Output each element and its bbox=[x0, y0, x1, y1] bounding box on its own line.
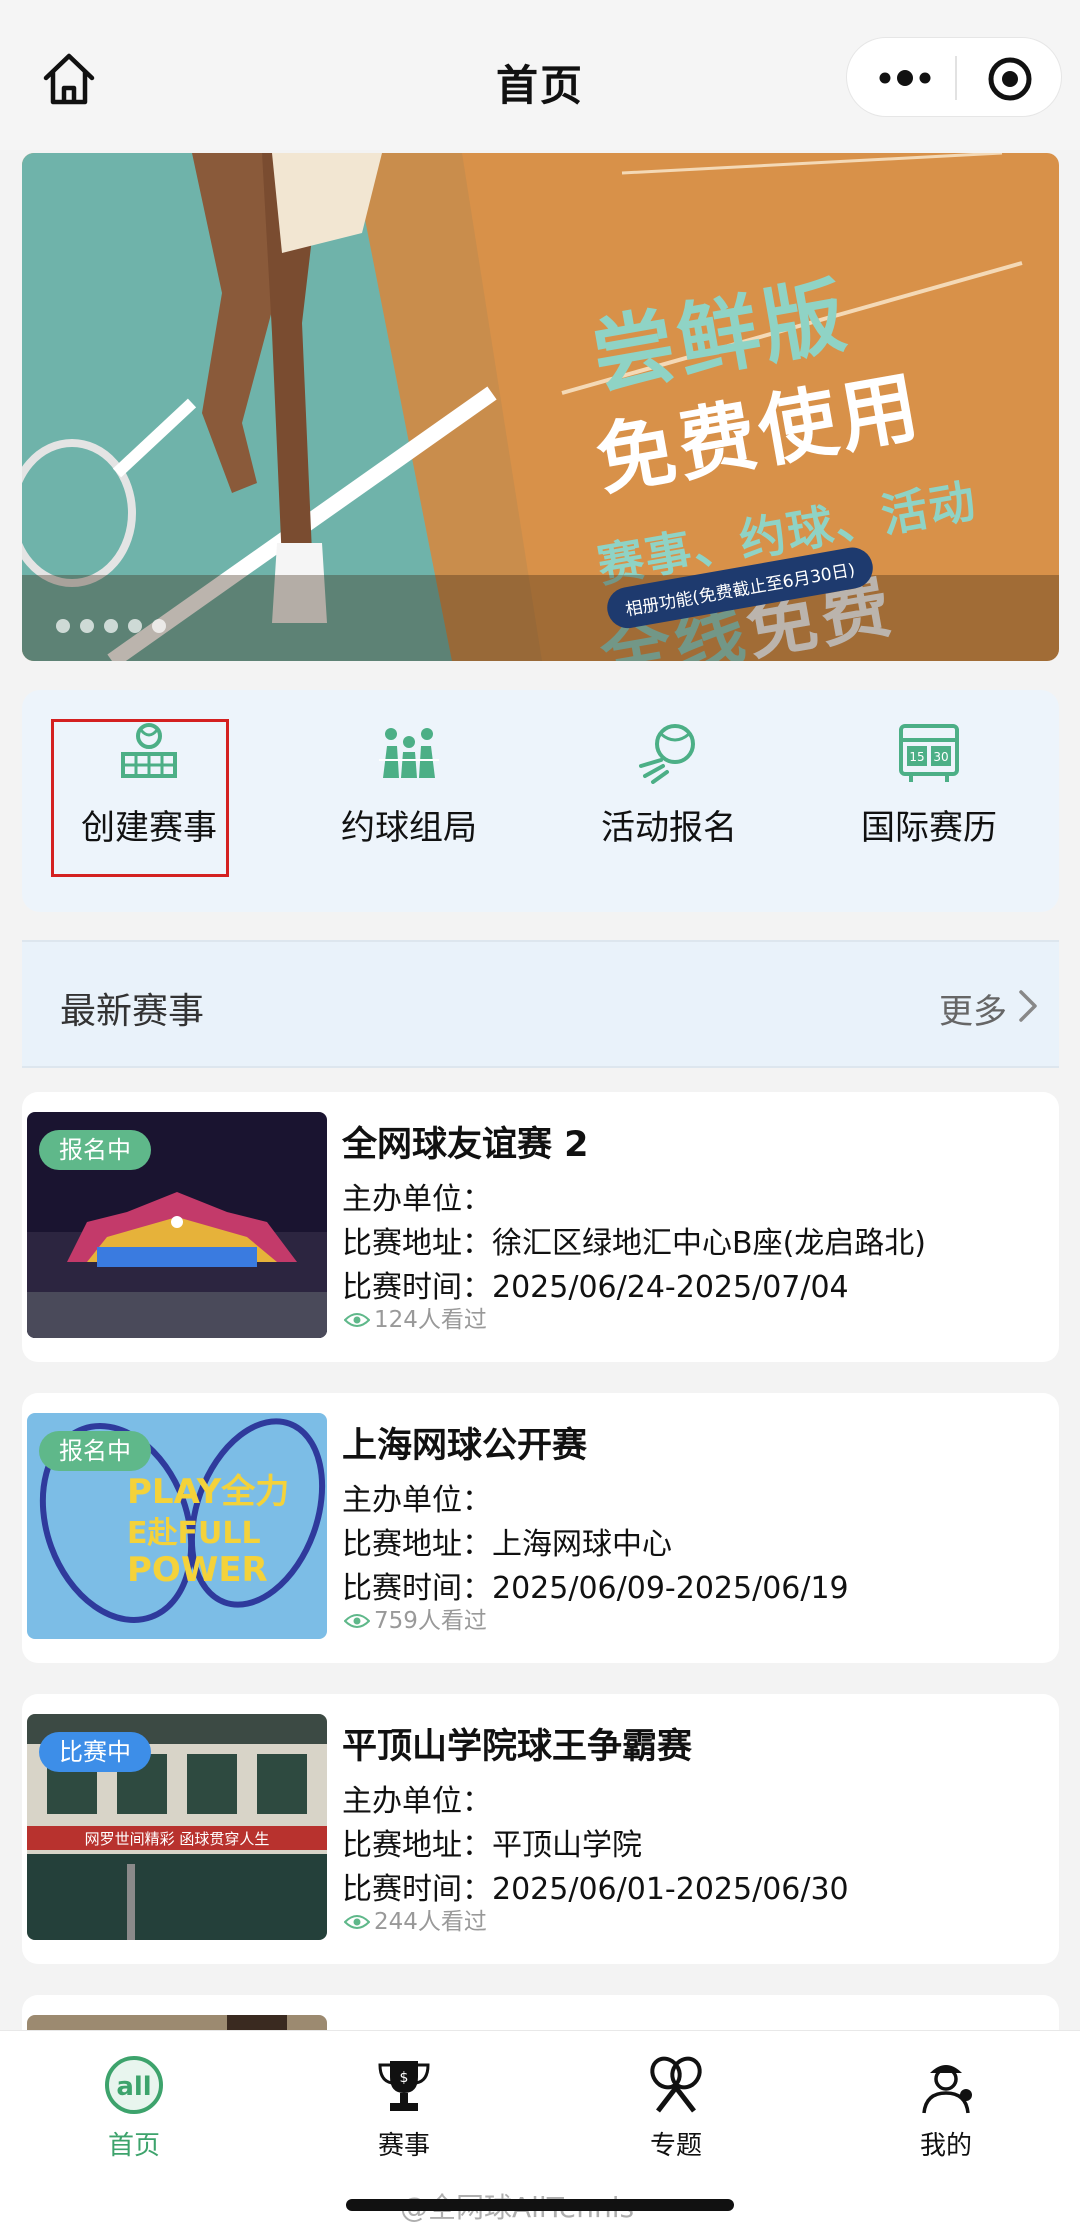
event-views: 124人看过 bbox=[344, 1300, 487, 1334]
event-address-row: 比赛地址：平顶山学院 bbox=[342, 1820, 642, 1864]
event-title: 全网球友谊赛 2 bbox=[342, 1125, 589, 1165]
event-address-row: 比赛地址：上海网球中心 bbox=[342, 1519, 672, 1563]
quicknav-label: 国际赛历 bbox=[861, 808, 997, 848]
international-calendar-icon: 15 30 bbox=[899, 724, 959, 782]
event-time: 2025/06/24-2025/07/04 bbox=[492, 1270, 849, 1305]
tab-events[interactable]: $ 赛事 bbox=[334, 2055, 474, 2162]
group-match-icon bbox=[379, 728, 439, 778]
svg-text:$: $ bbox=[400, 2070, 409, 2086]
event-views-count: 759人看过 bbox=[374, 1608, 487, 1634]
event-address-key: 比赛地址： bbox=[342, 1226, 492, 1261]
event-card[interactable]: PLAY全力 E赴FULL POWER 报名中 上海网球公开赛 主办单位： 比赛… bbox=[22, 1393, 1059, 1663]
activity-signup-icon bbox=[639, 724, 695, 784]
event-address: 平顶山学院 bbox=[492, 1828, 642, 1863]
crossed-rackets-icon bbox=[650, 2056, 702, 2113]
event-address-key: 比赛地址： bbox=[342, 1527, 492, 1562]
quicknav-activity-signup[interactable]: 活动报名 bbox=[589, 720, 749, 880]
capsule-divider bbox=[955, 56, 957, 100]
home-indicator bbox=[346, 2199, 734, 2211]
eye-icon bbox=[344, 1614, 370, 1628]
top-nav-bar: 首页 bbox=[0, 0, 1080, 150]
thumb-text-c: POWER bbox=[127, 1550, 268, 1590]
event-organizer: 主办单位： bbox=[342, 1483, 492, 1518]
quicknav-international-calendar[interactable]: 15 30 国际赛历 bbox=[849, 720, 1009, 880]
tab-label: 专题 bbox=[649, 2131, 702, 2161]
event-title: 上海网球公开赛 bbox=[342, 1426, 588, 1466]
banner-dot bbox=[128, 619, 142, 633]
event-card[interactable]: 报名中 全网球友谊赛 2 主办单位： 比赛地址：徐汇区绿地汇中心B座(龙启路北)… bbox=[22, 1092, 1059, 1362]
event-organizer: 主办单位： bbox=[342, 1784, 492, 1819]
quicknav-label: 约球组局 bbox=[341, 808, 477, 848]
more-options-icon[interactable] bbox=[875, 60, 935, 96]
event-views-count: 244人看过 bbox=[374, 1909, 487, 1935]
quicknav-label: 活动报名 bbox=[601, 808, 737, 848]
event-thumbnail: 网罗世间精彩 函球贯穿人生 比赛中 bbox=[27, 1714, 327, 1940]
event-address-row: 比赛地址：徐汇区绿地汇中心B座(龙启路北) bbox=[342, 1218, 926, 1262]
banner-dot bbox=[152, 619, 166, 633]
thumb-text-a: PLAY全力 bbox=[127, 1472, 289, 1512]
section-title: 最新赛事 bbox=[60, 991, 205, 1032]
event-card[interactable]: 网罗世间精彩 函球贯穿人生 比赛中 平顶山学院球王争霸赛 主办单位： 比赛地址：… bbox=[22, 1694, 1059, 1964]
svg-text:all: all bbox=[116, 2072, 151, 2102]
banner-dot bbox=[80, 619, 94, 633]
tab-label: 我的 bbox=[919, 2131, 972, 2161]
event-address: 上海网球中心 bbox=[492, 1527, 672, 1562]
close-miniprogram-icon[interactable] bbox=[987, 56, 1033, 102]
event-address-key: 比赛地址： bbox=[342, 1828, 492, 1863]
thumb-banner-text: 网罗世间精彩 函球贯穿人生 bbox=[85, 1830, 270, 1848]
highlight-box bbox=[51, 719, 229, 877]
thumb-text-b: E赴FULL bbox=[127, 1516, 261, 1551]
event-views: 759人看过 bbox=[344, 1601, 487, 1635]
latest-events-header: 最新赛事 更多 bbox=[22, 940, 1059, 1068]
banner-overlay bbox=[22, 575, 1059, 661]
svg-text:30: 30 bbox=[933, 750, 948, 764]
event-thumbnail: PLAY全力 E赴FULL POWER 报名中 bbox=[27, 1413, 327, 1639]
tab-topics[interactable]: 专题 bbox=[606, 2055, 746, 2162]
event-thumbnail: 报名中 bbox=[27, 1112, 327, 1338]
home-tab-icon: all bbox=[105, 2056, 163, 2114]
event-organizer: 主办单位： bbox=[342, 1182, 492, 1217]
page: 首页 尝鲜版 免费使用 赛事、约球、活动 全线免费 相册功能(免费截止至6月30… bbox=[0, 0, 1080, 2228]
trophy-icon: $ bbox=[378, 2061, 430, 2111]
event-views-count: 124人看过 bbox=[374, 1307, 487, 1333]
status-badge: 报名中 bbox=[39, 1431, 151, 1471]
more-link[interactable]: 更多 bbox=[939, 984, 1007, 1033]
banner-pagination bbox=[56, 618, 176, 637]
quicknav-group-match[interactable]: 约球组局 bbox=[329, 720, 489, 880]
chevron-right-icon[interactable] bbox=[1013, 986, 1041, 1026]
event-views: 244人看过 bbox=[344, 1902, 487, 1936]
eye-icon bbox=[344, 1313, 370, 1327]
status-badge: 比赛中 bbox=[39, 1732, 151, 1772]
banner-dot bbox=[56, 619, 70, 633]
event-title: 平顶山学院球王争霸赛 bbox=[342, 1727, 693, 1767]
tab-label: 首页 bbox=[107, 2131, 160, 2161]
event-address: 徐汇区绿地汇中心B座(龙启路北) bbox=[492, 1226, 926, 1261]
event-time: 2025/06/09-2025/06/19 bbox=[492, 1571, 849, 1606]
promo-banner[interactable]: 尝鲜版 免费使用 赛事、约球、活动 全线免费 相册功能(免费截止至6月30日) bbox=[22, 153, 1059, 661]
svg-text:15: 15 bbox=[909, 750, 924, 764]
status-badge: 报名中 bbox=[39, 1130, 151, 1170]
tab-label: 赛事 bbox=[377, 2131, 430, 2161]
player-profile-icon bbox=[922, 2065, 972, 2114]
mini-program-capsule bbox=[846, 37, 1062, 117]
tab-home[interactable]: all 首页 bbox=[64, 2055, 204, 2162]
tab-profile[interactable]: 我的 bbox=[876, 2055, 1016, 2162]
banner-dot bbox=[104, 619, 118, 633]
event-time: 2025/06/01-2025/06/30 bbox=[492, 1872, 849, 1907]
eye-icon bbox=[344, 1915, 370, 1929]
